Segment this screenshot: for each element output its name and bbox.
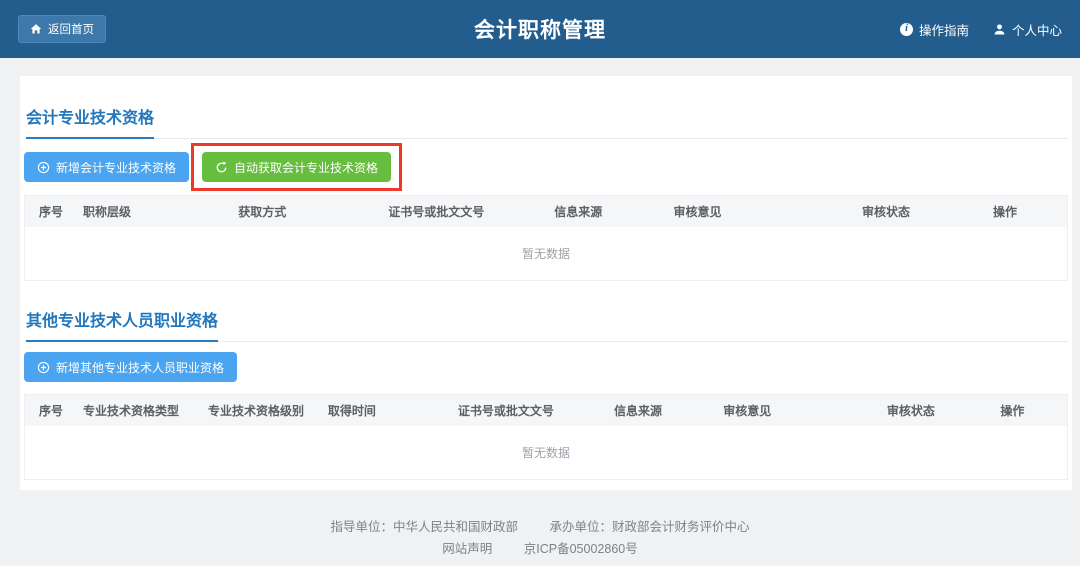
back-home-label: 返回首页: [48, 21, 94, 37]
section-other-qualification: 其他专业技术人员职业资格 新增其他专业技术人员职业资格 序号 专业技术资格类: [24, 307, 1068, 480]
empty-state-text: 暂无数据: [25, 227, 1067, 280]
footer-units-line: 指导单位：中华人民共和国财政部 承办单位：财政部会计财务评价中心: [0, 516, 1080, 538]
table-header-row: 序号 职称层级 获取方式 证书号或批文文号 信息来源 审核意见 审核状态 操作: [25, 196, 1067, 227]
button-label: 自动获取会计专业技术资格: [234, 159, 378, 176]
section-title-other: 其他专业技术人员职业资格: [26, 307, 218, 342]
site-statement-link[interactable]: 网站声明: [442, 542, 492, 556]
column-header: 取得时间: [318, 395, 448, 426]
column-header: 操作: [958, 395, 1067, 426]
column-header: 证书号或批文文号: [448, 395, 604, 426]
column-header: 信息来源: [604, 395, 713, 426]
column-header: 专业技术资格级别: [198, 395, 318, 426]
column-header: 专业技术资格类型: [73, 395, 198, 426]
plus-circle-icon: [37, 161, 50, 174]
table-row: 暂无数据: [25, 426, 1067, 479]
column-header: 证书号或批文文号: [378, 196, 544, 227]
footer-guide-unit: 指导单位：中华人民共和国财政部: [330, 520, 518, 534]
info-icon: [900, 23, 913, 36]
button-row: 新增其他专业技术人员职业资格: [24, 352, 1068, 382]
icp-number-link[interactable]: 京ICP备05002860号: [524, 542, 638, 556]
operation-guide-link[interactable]: 操作指南: [900, 20, 969, 39]
table-header-row: 序号 专业技术资格类型 专业技术资格级别 取得时间 证书号或批文文号 信息来源 …: [25, 395, 1067, 426]
home-icon: [30, 23, 42, 35]
column-header: 序号: [25, 395, 73, 426]
header-right-nav: 操作指南 个人中心: [900, 20, 1062, 39]
add-accounting-qualification-button[interactable]: 新增会计专业技术资格: [24, 152, 189, 182]
table-row: 暂无数据: [25, 227, 1067, 280]
column-header: 获取方式: [228, 196, 378, 227]
other-qualification-table: 序号 专业技术资格类型 专业技术资格级别 取得时间 证书号或批文文号 信息来源 …: [24, 394, 1068, 480]
plus-circle-icon: [37, 361, 50, 374]
personal-center-link[interactable]: 个人中心: [993, 20, 1062, 39]
user-icon: [993, 23, 1006, 36]
column-header: 审核状态: [829, 196, 943, 227]
section-head: 会计专业技术资格: [24, 104, 1068, 139]
column-header: 职称层级: [73, 196, 228, 227]
section-title-accounting: 会计专业技术资格: [26, 104, 154, 139]
button-label: 新增其他专业技术人员职业资格: [56, 359, 224, 376]
section-head: 其他专业技术人员职业资格: [24, 307, 1068, 342]
auto-fetch-accounting-qualification-button[interactable]: 自动获取会计专业技术资格: [202, 152, 391, 182]
accounting-qualification-table: 序号 职称层级 获取方式 证书号或批文文号 信息来源 审核意见 审核状态 操作 …: [24, 195, 1068, 281]
top-header: 返回首页 会计职称管理 操作指南 个人中心: [0, 0, 1080, 58]
back-home-button[interactable]: 返回首页: [18, 15, 106, 43]
refresh-icon: [215, 161, 228, 174]
button-label: 新增会计专业技术资格: [56, 159, 176, 176]
add-other-qualification-button[interactable]: 新增其他专业技术人员职业资格: [24, 352, 237, 382]
column-header: 审核状态: [864, 395, 958, 426]
page-footer: 指导单位：中华人民共和国财政部 承办单位：财政部会计财务评价中心 网站声明 京I…: [0, 516, 1080, 560]
column-header: 操作: [943, 196, 1067, 227]
highlight-annotation-rectangle: 自动获取会计专业技术资格: [191, 143, 402, 191]
personal-center-label: 个人中心: [1012, 20, 1062, 39]
footer-links-line: 网站声明 京ICP备05002860号: [0, 538, 1080, 560]
section-accounting-qualification: 会计专业技术资格 新增会计专业技术资格 自动获取会计专业技术资格: [24, 104, 1068, 281]
operation-guide-label: 操作指南: [919, 20, 969, 39]
column-header: 序号: [25, 196, 73, 227]
column-header: 审核意见: [663, 196, 828, 227]
button-row: 新增会计专业技术资格 自动获取会计专业技术资格: [24, 143, 1068, 191]
empty-state-text: 暂无数据: [25, 426, 1067, 479]
footer-host-unit: 承办单位：财政部会计财务评价中心: [549, 520, 749, 534]
column-header: 审核意见: [713, 395, 864, 426]
column-header: 信息来源: [544, 196, 663, 227]
content-card: 会计专业技术资格 新增会计专业技术资格 自动获取会计专业技术资格: [20, 76, 1072, 490]
